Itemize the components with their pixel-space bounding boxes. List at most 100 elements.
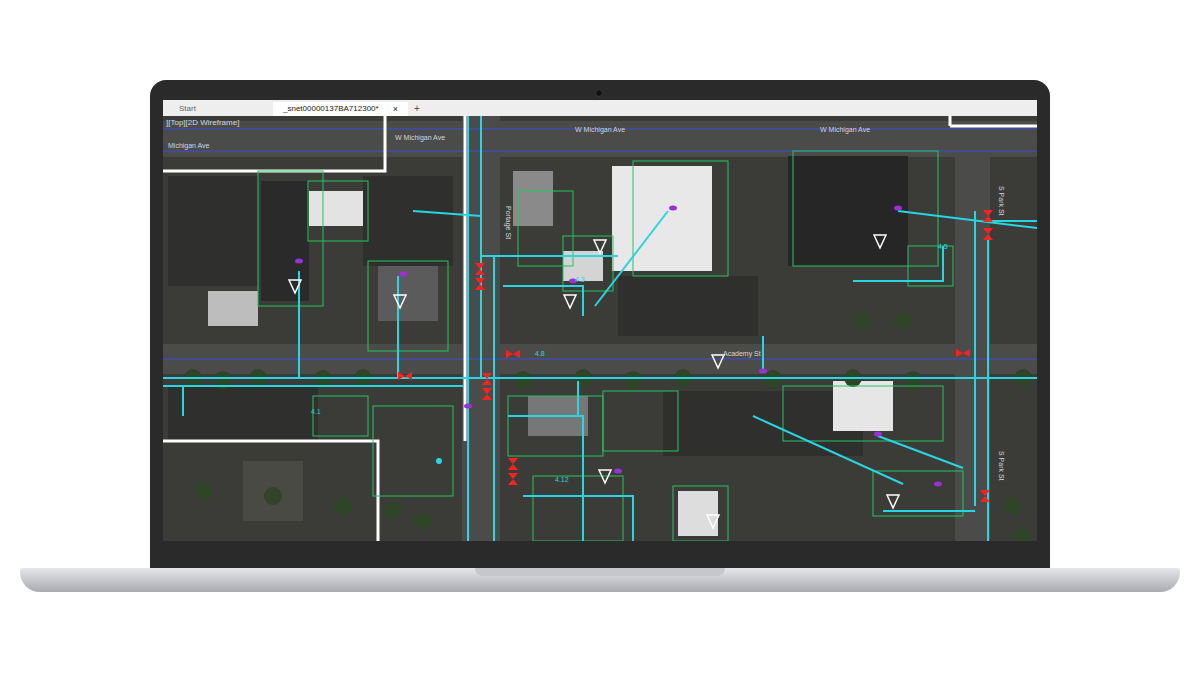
pipe[interactable] <box>182 386 184 416</box>
pipe[interactable] <box>508 416 583 541</box>
service-point-icon[interactable] <box>887 495 899 508</box>
parking-lot <box>168 176 258 286</box>
street-label: W Michigan Ave <box>575 126 625 134</box>
parking-lot <box>618 276 758 336</box>
viewport-label[interactable]: ][Top][2D Wireframe] <box>166 119 239 127</box>
meter-icon[interactable] <box>399 272 407 277</box>
meter-icon[interactable] <box>295 259 303 264</box>
parking-lot <box>363 176 453 266</box>
pipe[interactable] <box>883 510 975 512</box>
valve-icon[interactable] <box>956 349 970 357</box>
tree <box>624 371 642 389</box>
street-label: S Park St <box>998 451 1005 481</box>
parcel[interactable] <box>508 396 603 456</box>
meter-icon[interactable] <box>614 469 622 474</box>
parcel[interactable] <box>673 486 728 541</box>
parcel[interactable] <box>563 236 613 291</box>
pipe[interactable] <box>163 385 463 387</box>
street-label: S Park St <box>998 186 1005 216</box>
parcel[interactable] <box>308 181 368 241</box>
meter-icon[interactable] <box>759 369 767 374</box>
service-point-icon[interactable] <box>289 280 301 293</box>
parcel[interactable] <box>518 191 573 266</box>
service-point-icon[interactable] <box>394 295 406 308</box>
meter-icon[interactable] <box>669 206 677 211</box>
laptop-screen: Start_snet00000137BA712300*×+W Michigan … <box>150 80 1050 568</box>
tree <box>894 312 912 330</box>
parcel[interactable] <box>533 476 623 541</box>
map-canvas[interactable]: W Michigan AveW Michigan AveW Michigan A… <box>163 116 1037 541</box>
valve-icon[interactable] <box>482 388 492 400</box>
valve-icon[interactable] <box>475 278 485 290</box>
pipe[interactable] <box>413 211 481 216</box>
pipe[interactable] <box>467 116 469 541</box>
pipe[interactable] <box>577 381 579 416</box>
new-tab-button[interactable]: + <box>408 102 426 116</box>
building <box>788 156 908 266</box>
tab-label: _snet00000137BA712300* <box>283 105 379 113</box>
document-tab[interactable]: _snet00000137BA712300* × <box>273 102 408 116</box>
valve-icon[interactable] <box>508 458 518 470</box>
pipe[interactable] <box>974 211 976 506</box>
tree <box>1004 497 1022 515</box>
pipe[interactable] <box>397 276 399 378</box>
tree <box>384 502 402 520</box>
parcel[interactable] <box>783 386 943 441</box>
service-point-icon[interactable] <box>707 515 719 528</box>
pipe[interactable] <box>523 496 633 541</box>
service-point-icon[interactable] <box>594 240 606 253</box>
tab-label: Start <box>179 105 196 113</box>
parcel[interactable] <box>793 151 938 266</box>
pipe[interactable] <box>163 377 1037 379</box>
tree <box>334 497 352 515</box>
valve-icon[interactable] <box>983 210 993 222</box>
meter-icon[interactable] <box>934 482 942 487</box>
pipe[interactable] <box>480 116 482 378</box>
meter-icon[interactable] <box>874 432 882 437</box>
parcel[interactable] <box>258 171 323 306</box>
pipe-label: 4.1 <box>311 408 321 415</box>
pipe-label: 4.3 <box>575 276 585 283</box>
pipe[interactable] <box>753 416 903 484</box>
parcel[interactable] <box>873 471 963 516</box>
meter-icon[interactable] <box>464 404 472 409</box>
valve-icon[interactable] <box>983 228 993 240</box>
document-tab[interactable]: Start <box>173 102 273 116</box>
pipe[interactable] <box>481 255 618 257</box>
parcel[interactable] <box>368 261 448 351</box>
street-label: Portage St <box>504 206 512 239</box>
valve-icon[interactable] <box>398 372 412 380</box>
parcel[interactable] <box>313 396 368 436</box>
service-point-icon[interactable] <box>564 295 576 308</box>
pipe[interactable] <box>878 436 963 468</box>
satellite-image <box>163 116 1037 541</box>
parcel[interactable] <box>373 406 453 496</box>
service-point-icon[interactable] <box>599 470 611 483</box>
map-viewport[interactable]: W Michigan AveW Michigan AveW Michigan A… <box>163 116 1037 541</box>
service-point-icon[interactable] <box>874 235 886 248</box>
pipe[interactable] <box>493 256 495 541</box>
boundary-line <box>163 116 1037 541</box>
building <box>833 381 893 431</box>
building <box>243 461 303 521</box>
pipe[interactable] <box>988 220 1037 222</box>
valve-icon[interactable] <box>475 263 485 275</box>
pipe[interactable] <box>595 211 668 306</box>
close-tab-button[interactable]: × <box>393 105 398 114</box>
meter-icon[interactable] <box>894 206 902 211</box>
pipe[interactable] <box>762 336 764 371</box>
parcel[interactable] <box>603 391 678 451</box>
parking-lot <box>168 386 318 441</box>
pipe[interactable] <box>987 236 989 541</box>
valve-icon[interactable] <box>980 490 990 502</box>
node-icon[interactable] <box>436 458 442 464</box>
camera-icon <box>595 89 603 97</box>
parcel[interactable] <box>633 161 728 276</box>
valve-icon[interactable] <box>508 473 518 485</box>
pipe[interactable] <box>503 286 583 316</box>
valve-icon[interactable] <box>482 373 492 385</box>
pipe[interactable] <box>898 211 1037 228</box>
valve-icon[interactable] <box>506 350 520 358</box>
building <box>261 181 309 301</box>
pipe[interactable] <box>853 246 943 281</box>
